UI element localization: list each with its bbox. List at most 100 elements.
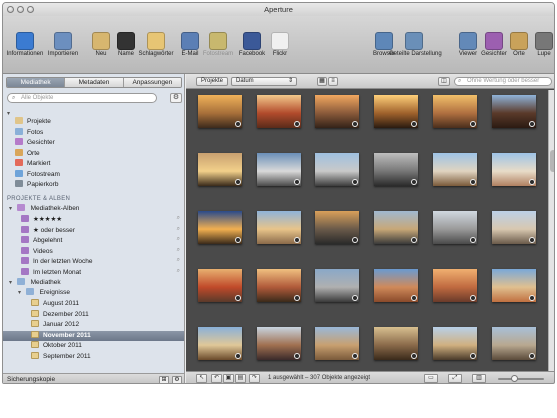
adjustment-badge-icon [529, 121, 535, 127]
photo-thumbnail[interactable] [257, 95, 301, 128]
photo-thumbnail[interactable] [257, 211, 301, 244]
thumbnail-size-slider-knob[interactable] [510, 375, 518, 382]
photo-thumbnail[interactable] [198, 153, 242, 186]
photo-thumbnail[interactable] [492, 211, 536, 244]
stamp-tool-button[interactable]: ▣ [223, 374, 234, 383]
selection-tool-button[interactable]: ↖ [196, 374, 207, 383]
library-disclosure-triangle[interactable]: ▾ [7, 110, 10, 117]
photo-thumbnail[interactable] [315, 269, 359, 302]
photo-thumbnail[interactable] [492, 269, 536, 302]
zoom-window-button[interactable] [27, 6, 34, 13]
event-row[interactable]: September 2011 [31, 351, 91, 362]
thumbnail-size-slider[interactable] [498, 375, 544, 382]
photo-thumbnail[interactable] [433, 327, 477, 360]
adjustment-badge-icon [529, 295, 535, 301]
smart-album-row[interactable]: ★ oder besser [21, 225, 75, 236]
browser-control-bar: Projekte Datum ⇕ ▦ ≡ ◫ ⌕ Ohne Wertung od… [186, 74, 554, 89]
import-arrow-icon [54, 32, 72, 50]
adjustment-badge-icon [352, 295, 358, 301]
sidebar-item-photostream[interactable]: Fotostream [15, 169, 60, 180]
grid-view-button[interactable]: ▦ [317, 77, 327, 86]
smart-album-label: Videos [33, 247, 53, 255]
smart-album-row[interactable]: Videos [21, 246, 53, 257]
toolbar-flickr-button[interactable]: Flickr [261, 18, 299, 57]
rotate-right-button[interactable]: ↷ [249, 374, 260, 383]
close-window-button[interactable] [7, 6, 14, 13]
photo-thumbnail[interactable] [492, 153, 536, 186]
tab-metadaten[interactable]: Metadaten [65, 78, 124, 87]
events-folder-label: Ereignisse [39, 289, 70, 296]
photo-thumbnail[interactable] [315, 327, 359, 360]
photo-thumbnail[interactable] [198, 95, 242, 128]
flickr-icon [271, 32, 289, 50]
list-view-button[interactable]: ≡ [328, 77, 338, 86]
rating-filter-search-field[interactable]: ⌕ Ohne Wertung oder besser [454, 77, 552, 86]
rotate-left-button[interactable]: ↶ [211, 374, 222, 383]
photo-thumbnail[interactable] [257, 153, 301, 186]
photo-thumbnail[interactable] [433, 153, 477, 186]
toolbar-split-view-button[interactable]: Geteilte Darstellung [389, 18, 442, 57]
browser-vertical-scrollbar[interactable] [548, 90, 554, 371]
smart-album-row[interactable]: In der letzten Woche [21, 257, 93, 267]
sidebar-item-projects[interactable]: Projekte [15, 117, 51, 127]
photo-thumbnail[interactable] [198, 211, 242, 244]
photo-thumbnail[interactable] [374, 211, 418, 244]
photo-thumbnail[interactable] [374, 327, 418, 360]
disclosure-triangle-icon: ▾ [18, 290, 22, 296]
tab-anpassungen[interactable]: Anpassungen [123, 78, 181, 87]
event-row[interactable]: November 2011 [31, 330, 91, 341]
sidebar-bottom-bar: Sicherungskopie ⊞ ⚙ [3, 373, 184, 383]
sort-select[interactable]: Datum ⇕ [231, 77, 297, 86]
photo-thumbnail[interactable] [374, 95, 418, 128]
scope-button[interactable]: Projekte [196, 77, 229, 86]
events-folder-row[interactable]: ▾ Ereignisse [18, 288, 70, 298]
photo-thumbnail[interactable] [433, 95, 477, 128]
photo-thumbnail[interactable] [257, 327, 301, 360]
event-row[interactable]: August 2011 [31, 299, 79, 309]
tab-mediathek[interactable]: Mediathek [7, 78, 66, 87]
event-row[interactable]: Dezember 2011 [31, 309, 89, 320]
photo-thumbnail[interactable] [433, 269, 477, 302]
photo-thumbnail[interactable] [492, 327, 536, 360]
sidebar-item-faces[interactable]: Gesichter [15, 138, 55, 148]
event-label: September 2011 [43, 352, 91, 360]
library-search-field[interactable]: ⌕ Alle Objekte [7, 93, 157, 103]
minimize-window-button[interactable] [17, 6, 24, 13]
photo-thumbnail[interactable] [315, 153, 359, 186]
sidebar-item-trash[interactable]: Papierkorb [15, 180, 58, 190]
sidebar-item-label: Gesichter [27, 139, 55, 146]
photo-thumbnail[interactable] [433, 211, 477, 244]
photo-thumbnail[interactable] [257, 269, 301, 302]
smart-album-row[interactable]: ★★★★★ [21, 215, 62, 225]
photo-thumbnail[interactable] [492, 95, 536, 128]
albums-group-row[interactable]: ▾ Mediathek-Alben [9, 204, 79, 214]
photo-thumbnail[interactable] [374, 269, 418, 302]
library-action-gear-button[interactable]: ⚙ [170, 93, 182, 103]
scrollbar-knob[interactable] [550, 150, 554, 172]
photo-thumbnail[interactable] [374, 153, 418, 186]
library-folder-row[interactable]: ▾ Mediathek [9, 278, 61, 288]
sidebar-gear-button[interactable]: ⚙ [172, 376, 182, 383]
event-label: Dezember 2011 [43, 310, 89, 318]
viewer-mode-button[interactable]: ▥ [472, 374, 486, 383]
split-view-icon [405, 32, 423, 50]
add-vault-button[interactable]: ⊞ [159, 376, 169, 383]
filter-hud-button[interactable]: ◫ [438, 77, 450, 86]
sidebar-item-label: Fotos [27, 128, 44, 136]
smart-album-row[interactable]: Abgelehnt [21, 236, 62, 246]
sidebar-item-places[interactable]: Orte [15, 148, 40, 159]
photo-thumbnail[interactable] [315, 211, 359, 244]
sidebar-item-flag[interactable]: Markiert [15, 159, 50, 169]
photo-thumbnail[interactable] [315, 95, 359, 128]
toolbar-loupe-button[interactable]: Lupe [525, 18, 554, 57]
sidebar-item-photos[interactable]: Fotos [15, 127, 44, 138]
event-row[interactable]: Oktober 2011 [31, 341, 82, 351]
smart-album-row[interactable]: Im letzten Monat [21, 267, 81, 278]
photo-thumbnail[interactable] [198, 327, 242, 360]
filmstrip-toggle-button[interactable]: ▭ [424, 374, 438, 383]
photo-thumbnail[interactable] [198, 269, 242, 302]
full-screen-button[interactable]: ⤢ [448, 374, 462, 383]
adjustment-badge-icon [470, 179, 476, 185]
event-row[interactable]: Januar 2012 [31, 320, 79, 330]
lift-tool-button[interactable]: ▤ [235, 374, 246, 383]
